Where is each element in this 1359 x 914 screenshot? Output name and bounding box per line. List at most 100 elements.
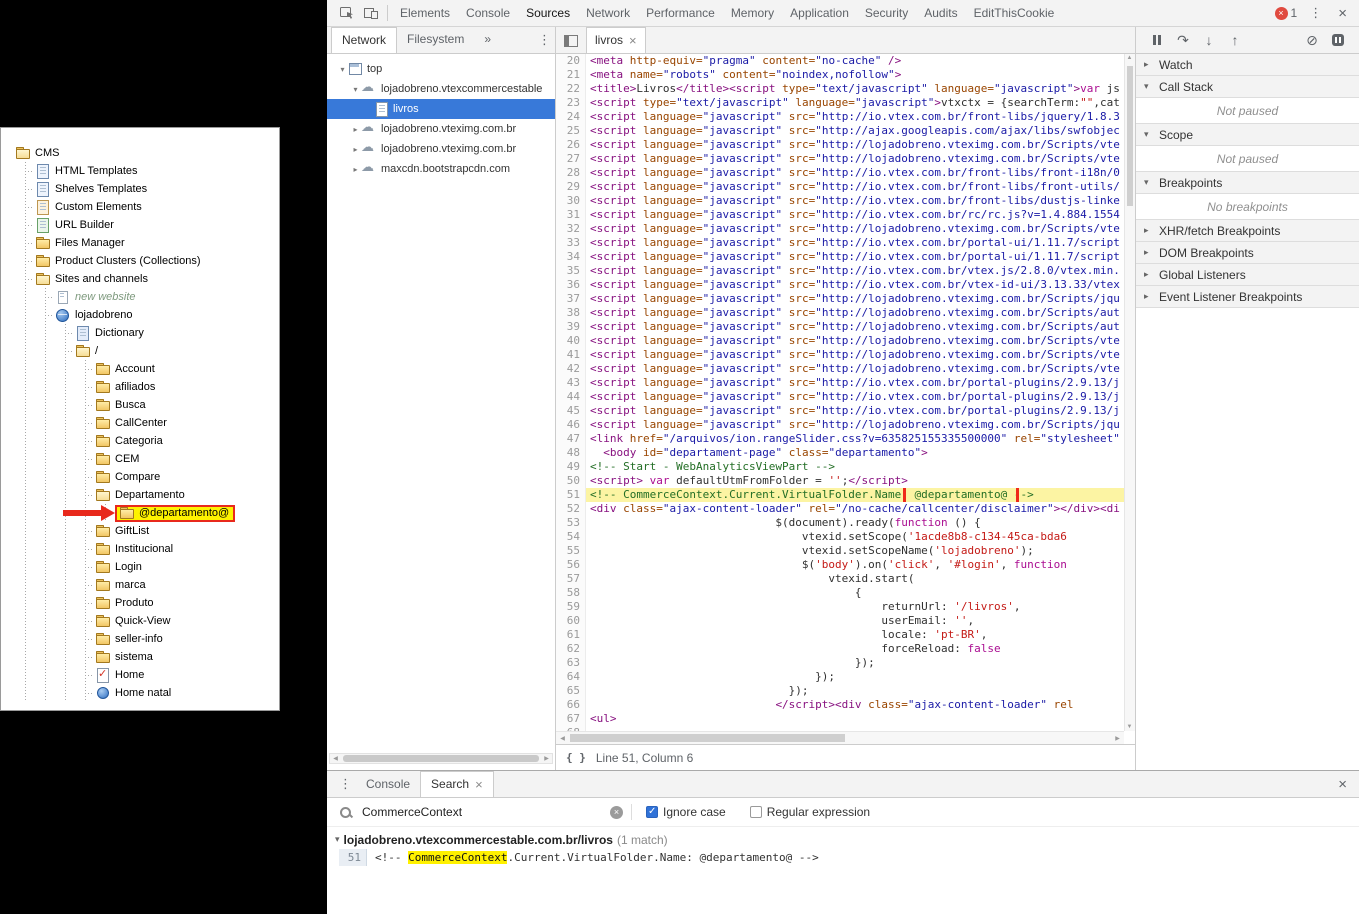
tab-security[interactable]: Security (857, 0, 916, 27)
line-content[interactable]: <script language="javascript" src="http:… (586, 320, 1135, 334)
line-content[interactable]: }); (586, 670, 1135, 684)
device-toolbar-icon[interactable] (359, 1, 383, 25)
line-number[interactable]: 43 (556, 376, 586, 390)
navigator-tab-filesystem[interactable]: Filesystem (397, 27, 474, 53)
line-content[interactable]: <script language="javascript" src="http:… (586, 418, 1135, 432)
cms-tree-item-sistema[interactable]: sistema (1, 648, 279, 666)
line-content[interactable]: vtexid.start( (586, 572, 1135, 586)
cms-tree-item-login[interactable]: Login (1, 558, 279, 576)
line-content[interactable]: <script language="javascript" src="http:… (586, 292, 1135, 306)
line-number[interactable]: 38 (556, 306, 586, 320)
line-number[interactable]: 49 (556, 460, 586, 474)
line-number[interactable]: 60 (556, 614, 586, 628)
line-number[interactable]: 30 (556, 194, 586, 208)
line-content[interactable]: <script language="javascript" src="http:… (586, 138, 1135, 152)
line-number[interactable]: 51 (556, 488, 586, 502)
cms-tree-item-departamento[interactable]: Departamento (1, 486, 279, 504)
scroll-right-icon[interactable]: ▶ (1113, 735, 1122, 742)
cms-tree-item-marca[interactable]: marca (1, 576, 279, 594)
line-number[interactable]: 32 (556, 222, 586, 236)
line-content[interactable]: $(document).ready(function () { (586, 516, 1135, 530)
cms-tree-item-dictionary[interactable]: Dictionary (1, 324, 279, 342)
navigator-toggle-icon[interactable] (564, 35, 578, 47)
navigator-tab-network[interactable]: Network (331, 27, 397, 53)
line-number[interactable]: 65 (556, 684, 586, 698)
line-number[interactable]: 48 (556, 446, 586, 460)
editor-vertical-scrollbar[interactable]: ▲ ▼ (1124, 54, 1135, 731)
tab-elements[interactable]: Elements (392, 0, 458, 27)
close-tab-icon[interactable]: × (629, 28, 637, 53)
line-content[interactable]: }); (586, 656, 1135, 670)
cms-tree-item-produto[interactable]: Produto (1, 594, 279, 612)
cms-tree-item-home-natal[interactable]: Home natal (1, 684, 279, 702)
line-number[interactable]: 52 (556, 502, 586, 516)
tab-sources[interactable]: Sources (518, 0, 578, 27)
line-number[interactable]: 54 (556, 530, 586, 544)
line-number[interactable]: 63 (556, 656, 586, 670)
line-content[interactable]: forceReload: false (586, 642, 1135, 656)
section-header-xhr-fetch-breakpoints[interactable]: ▸XHR/fetch Breakpoints (1136, 220, 1359, 242)
line-number[interactable]: 67 (556, 712, 586, 726)
file-tree-item-lojadobreno-vteximg-com-br[interactable]: ▸lojadobreno.vteximg.com.br (327, 119, 555, 139)
line-content[interactable]: <script language="javascript" src="http:… (586, 362, 1135, 376)
line-content[interactable]: <script language="javascript" src="http:… (586, 152, 1135, 166)
cms-tree-item-giftlist[interactable]: GiftList (1, 522, 279, 540)
line-number[interactable]: 39 (556, 320, 586, 334)
line-content[interactable]: <script language="javascript" src="http:… (586, 348, 1135, 362)
line-content[interactable]: <script> var defaultUtmFromFolder = '';<… (586, 474, 1135, 488)
line-content[interactable]: <script language="javascript" src="http:… (586, 334, 1135, 348)
line-content[interactable]: <script language="javascript" src="http:… (586, 306, 1135, 320)
line-content[interactable]: <!-- Start - WebAnalyticsViewPart --> (586, 460, 1135, 474)
step-over-icon[interactable]: ↷ (1170, 27, 1196, 53)
tab-console[interactable]: Console (458, 0, 518, 27)
cms-tree-item-callcenter[interactable]: CallCenter (1, 414, 279, 432)
tab-editthiscookie[interactable]: EditThisCookie (966, 0, 1063, 27)
navigator-horizontal-scrollbar[interactable]: ◀ ▶ (329, 753, 553, 764)
scroll-left-icon[interactable]: ◀ (558, 735, 567, 742)
tab-audits[interactable]: Audits (916, 0, 965, 27)
expand-icon[interactable]: ▾ (335, 834, 340, 845)
drawer-menu-icon[interactable]: ⋮ (335, 776, 356, 792)
section-header-call-stack[interactable]: ▾Call Stack (1136, 76, 1359, 98)
navigator-menu-icon[interactable]: ⋮ (534, 32, 555, 48)
line-content[interactable]: <body id="departament-page" class="depar… (586, 446, 1135, 460)
cms-tree-item-compare[interactable]: Compare (1, 468, 279, 486)
line-number[interactable]: 33 (556, 236, 586, 250)
cms-tree-item-categoria[interactable]: Categoria (1, 432, 279, 450)
line-content[interactable]: <script language="javascript" src="http:… (586, 208, 1135, 222)
line-content[interactable]: <!-- CommerceContext.Current.VirtualFold… (586, 488, 1135, 502)
drawer-tab-search[interactable]: Search× (420, 771, 494, 797)
line-number[interactable]: 66 (556, 698, 586, 712)
scrollbar-thumb[interactable] (343, 755, 539, 762)
line-content[interactable]: <div class="ajax-content-loader" rel="/n… (586, 502, 1135, 516)
line-number[interactable]: 59 (556, 600, 586, 614)
devtools-close-icon[interactable]: × (1334, 5, 1351, 22)
file-tree-item-maxcdn-bootstrapcdn-com[interactable]: ▸maxcdn.bootstrapcdn.com (327, 159, 555, 179)
line-content[interactable]: <script language="javascript" src="http:… (586, 264, 1135, 278)
expand-icon[interactable]: ▸ (350, 165, 361, 174)
cms-tree-item-sites-and-channels[interactable]: Sites and channels (1, 270, 279, 288)
line-content[interactable]: <script language="javascript" src="http:… (586, 236, 1135, 250)
cms-tree-item-afiliados[interactable]: afiliados (1, 378, 279, 396)
line-number[interactable]: 44 (556, 390, 586, 404)
search-result-file-row[interactable]: ▾ lojadobreno.vtexcommercestable.com.br/… (327, 831, 1359, 848)
line-content[interactable]: $('body').on('click', '#login', function (586, 558, 1135, 572)
line-content[interactable]: <meta name="robots" content="noindex,nof… (586, 68, 1135, 82)
cms-tree-item-quick-view[interactable]: Quick-View (1, 612, 279, 630)
inspect-icon[interactable] (335, 1, 359, 25)
line-number[interactable]: 61 (556, 628, 586, 642)
line-number[interactable]: 64 (556, 670, 586, 684)
line-number[interactable]: 20 (556, 54, 586, 68)
line-content[interactable]: <script language="javascript" src="http:… (586, 180, 1135, 194)
cms-tree-item-account[interactable]: Account (1, 360, 279, 378)
cms-tree-item-url-builder[interactable]: URL Builder (1, 216, 279, 234)
ignore-case-checkbox[interactable] (646, 806, 658, 818)
pause-on-exceptions-icon[interactable] (1325, 27, 1351, 53)
editor-horizontal-scrollbar[interactable]: ◀ ▶ (556, 731, 1124, 744)
line-content[interactable]: <script language="javascript" src="http:… (586, 110, 1135, 124)
line-number[interactable]: 47 (556, 432, 586, 446)
clear-search-icon[interactable]: × (610, 806, 623, 819)
line-content[interactable]: vtexid.setScope('1acde8b8-c134-45ca-bda6 (586, 530, 1135, 544)
step-into-icon[interactable]: ↓ (1196, 27, 1222, 53)
line-number[interactable]: 45 (556, 404, 586, 418)
